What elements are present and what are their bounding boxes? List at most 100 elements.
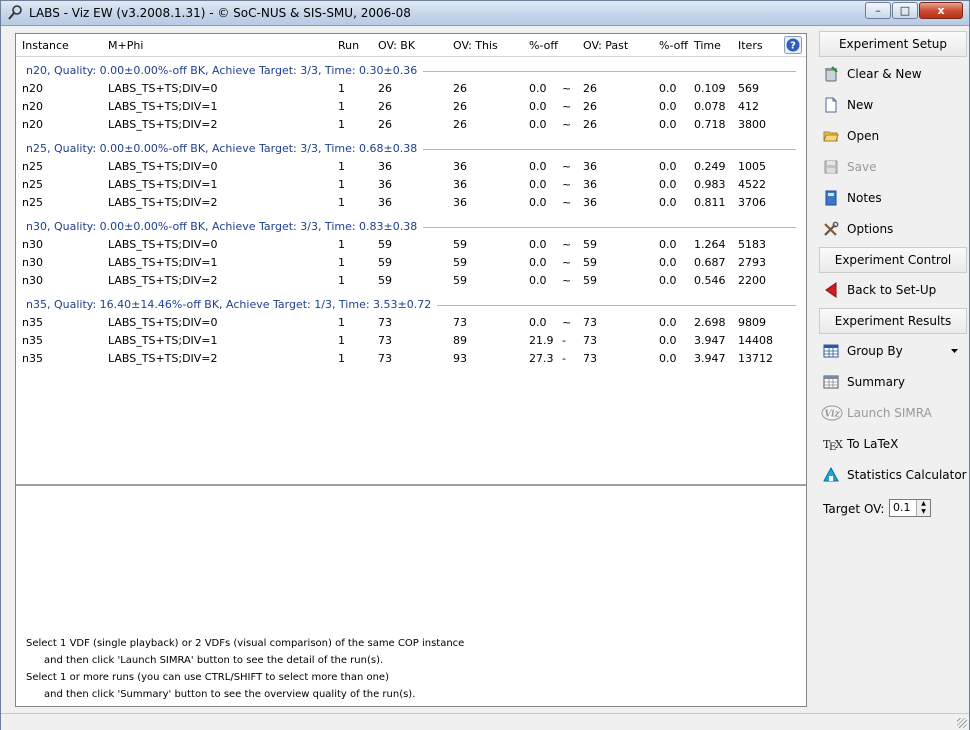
cell-iters: 13712 (738, 352, 773, 365)
maximize-icon: □ (899, 4, 911, 17)
cell-time: 0.811 (694, 196, 726, 209)
svg-text:Viz: Viz (824, 410, 840, 420)
app-wrench-icon (8, 5, 22, 20)
cell-run: 1 (338, 196, 345, 209)
notes-button[interactable]: Notes (819, 185, 967, 211)
col-header-instance[interactable]: Instance (22, 35, 69, 57)
statistics-calculator-button[interactable]: Statistics Calculator (819, 462, 967, 488)
table-row[interactable]: n20 LABS_TS+TS;DIV=1 1 26 26 0.0 ~26 0.0 0.078 41… (16, 98, 806, 116)
spinner-up-icon[interactable]: ▲ (916, 500, 930, 508)
open-button[interactable]: Open (819, 123, 967, 149)
cell-sym: ~ (562, 274, 572, 287)
cell-pct-off2: 0.0 (659, 82, 677, 95)
minimize-button[interactable]: – (865, 2, 891, 19)
col-header-pct-off[interactable]: %-off (529, 35, 558, 57)
cell-mphi: LABS_TS+TS;DIV=1 (108, 256, 218, 269)
table-row[interactable]: n35 LABS_TS+TS;DIV=0 1 73 73 0.0 ~73 0.0 2.698 98… (16, 314, 806, 332)
cell-sym: - (562, 352, 566, 365)
cell-pct-off: 0.0 (529, 118, 547, 131)
group-by-button[interactable]: Group By (819, 338, 967, 364)
cell-iters: 569 (738, 82, 759, 95)
svg-text:X: X (835, 438, 843, 451)
group-label: n35, Quality: 16.40±14.46%-off BK, Achie… (26, 298, 438, 311)
cell-ov-this: 93 (453, 352, 467, 365)
cell-ov-past: 36 (583, 196, 597, 209)
group-header[interactable]: n25, Quality: 0.00±0.00%-off BK, Achieve… (26, 140, 796, 158)
app-window: LABS - Viz EW (v3.2008.1.31) - © SoC-NUS… (0, 0, 970, 730)
cell-pct-off2: 0.0 (659, 178, 677, 191)
table-row[interactable]: n30 LABS_TS+TS;DIV=2 1 59 59 0.0 ~59 0.0 0.546 22… (16, 272, 806, 290)
group-by-label: Group By (847, 344, 903, 358)
col-header-ov-past[interactable]: OV: Past (583, 35, 628, 57)
cell-iters: 412 (738, 100, 759, 113)
col-header-run[interactable]: Run (338, 35, 359, 57)
cell-ov-bk: 26 (378, 82, 392, 95)
cell-pct-off: 0.0 (529, 256, 547, 269)
table-row[interactable]: n20 LABS_TS+TS;DIV=0 1 26 26 0.0 ~26 0.0 0.109 56… (16, 80, 806, 98)
summary-button[interactable]: Summary (819, 369, 967, 395)
col-header-pct-off-2[interactable]: %-off (659, 35, 688, 57)
options-label: Options (847, 222, 894, 236)
cell-run: 1 (338, 178, 345, 191)
col-header-ov-bk[interactable]: OV: BK (378, 35, 415, 57)
table-row[interactable]: n30 LABS_TS+TS;DIV=1 1 59 59 0.0 ~59 0.0 0.687 27… (16, 254, 806, 272)
launch-simra-button[interactable]: Viz Launch SIMRA (819, 400, 967, 426)
table-row[interactable]: n25 LABS_TS+TS;DIV=0 1 36 36 0.0 ~36 0.0 0.249 10… (16, 158, 806, 176)
cell-ov-this: 36 (453, 160, 467, 173)
target-ov-spinner[interactable]: 0.1 ▲ ▼ (889, 499, 931, 517)
group-header[interactable]: n20, Quality: 0.00±0.00%-off BK, Achieve… (26, 62, 796, 80)
cell-pct-off2: 0.0 (659, 316, 677, 329)
table-row[interactable]: n25 LABS_TS+TS;DIV=1 1 36 36 0.0 ~36 0.0 0.983 45… (16, 176, 806, 194)
back-to-setup-button[interactable]: Back to Set-Up (819, 277, 967, 303)
results-grid[interactable]: Instance M+Phi Run OV: BK OV: This %-off… (16, 34, 806, 484)
spinner-down-icon[interactable]: ▼ (916, 508, 930, 516)
to-latex-button[interactable]: TEX To LaTeX (819, 431, 967, 457)
col-header-ov-this[interactable]: OV: This (453, 35, 498, 57)
cell-sym: - (562, 334, 566, 347)
col-header-iters[interactable]: Iters (738, 35, 763, 57)
group-header[interactable]: n35, Quality: 16.40±14.46%-off BK, Achie… (26, 296, 796, 314)
cell-ov-this: 89 (453, 334, 467, 347)
cell-mphi: LABS_TS+TS;DIV=1 (108, 178, 218, 191)
cell-pct-off: 0.0 (529, 82, 547, 95)
resize-grip-icon[interactable] (957, 718, 967, 728)
cell-run: 1 (338, 334, 345, 347)
instructions-area: Select 1 VDF (single playback) or 2 VDFs… (16, 486, 806, 706)
cell-iters: 4522 (738, 178, 766, 191)
target-ov-value[interactable]: 0.1 (893, 501, 911, 514)
cell-ov-this: 26 (453, 82, 467, 95)
chevron-down-icon[interactable] (951, 349, 958, 353)
cell-instance: n30 (22, 238, 43, 251)
cell-instance: n20 (22, 118, 43, 131)
maximize-button[interactable]: □ (892, 2, 918, 19)
title-bar[interactable]: LABS - Viz EW (v3.2008.1.31) - © SoC-NUS… (1, 1, 969, 26)
save-button[interactable]: Save (819, 154, 967, 180)
section-header-results: Experiment Results (819, 308, 967, 334)
cell-time: 1.264 (694, 238, 726, 251)
group-header[interactable]: n30, Quality: 0.00±0.00%-off BK, Achieve… (26, 218, 796, 236)
cell-mphi: LABS_TS+TS;DIV=1 (108, 100, 218, 113)
results-panel: Instance M+Phi Run OV: BK OV: This %-off… (15, 33, 807, 707)
table-row[interactable]: n25 LABS_TS+TS;DIV=2 1 36 36 0.0 ~36 0.0 0.811 37… (16, 194, 806, 212)
cell-time: 3.947 (694, 352, 726, 365)
clear-new-button[interactable]: Clear & New (819, 61, 967, 87)
close-button[interactable]: x (919, 2, 963, 19)
group-label: n30, Quality: 0.00±0.00%-off BK, Achieve… (26, 220, 424, 233)
cell-ov-bk: 26 (378, 118, 392, 131)
col-header-time[interactable]: Time (694, 35, 721, 57)
cell-time: 2.698 (694, 316, 726, 329)
table-row[interactable]: n20 LABS_TS+TS;DIV=2 1 26 26 0.0 ~26 0.0 0.718 38… (16, 116, 806, 134)
col-header-mphi[interactable]: M+Phi (108, 35, 143, 57)
new-button[interactable]: New (819, 92, 967, 118)
cell-pct-off: 0.0 (529, 274, 547, 287)
options-button[interactable]: Options (819, 216, 967, 242)
table-row[interactable]: n35 LABS_TS+TS;DIV=2 1 73 93 27.3- 73 0.0 3.947 1… (16, 350, 806, 368)
tex-logo-icon: TEX (823, 438, 843, 452)
table-row[interactable]: n35 LABS_TS+TS;DIV=1 1 73 89 21.9- 73 0.0 3.947 1… (16, 332, 806, 350)
table-row[interactable]: n30 LABS_TS+TS;DIV=0 1 59 59 0.0 ~59 0.0 1.264 51… (16, 236, 806, 254)
cell-sym: ~ (562, 256, 572, 269)
help-icon[interactable]: ? (784, 36, 802, 54)
cell-pct-off2: 0.0 (659, 238, 677, 251)
options-tools-icon (824, 221, 839, 236)
cell-ov-past: 59 (583, 274, 597, 287)
